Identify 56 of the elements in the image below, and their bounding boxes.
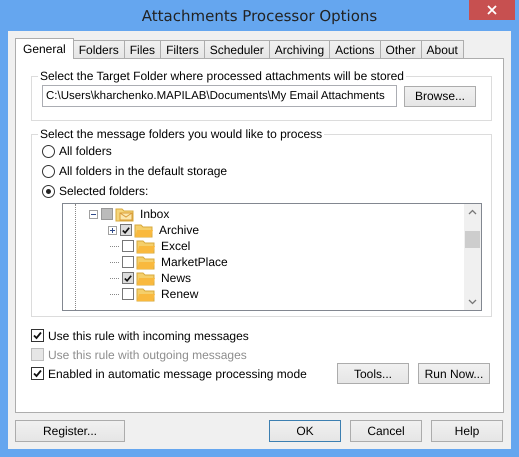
panel-button[interactable]: Tools...	[337, 363, 409, 384]
folder-icon	[136, 238, 156, 254]
tab[interactable]: Scheduler	[204, 40, 270, 58]
browse-button[interactable]: Browse...	[404, 86, 476, 106]
radio-label[interactable]: Selected folders:	[59, 184, 148, 198]
tree-item[interactable]: Inbox	[140, 207, 170, 221]
scroll-down-icon[interactable]	[468, 299, 477, 305]
radio-button[interactable]	[42, 184, 55, 198]
tree-item[interactable]: Renew	[161, 287, 198, 301]
checkbox[interactable]	[101, 208, 113, 220]
scroll-thumb[interactable]	[465, 231, 480, 248]
expander-icon[interactable]	[108, 226, 117, 234]
folder-icon	[136, 254, 156, 270]
tree-item[interactable]: MarketPlace	[161, 255, 228, 269]
group-label: Select the Target Folder where processed attachments will be stored	[39, 69, 405, 83]
tab[interactable]: Files	[124, 40, 162, 58]
tree-item[interactable]: News	[161, 271, 192, 285]
checkbox[interactable]	[122, 272, 134, 284]
folder-icon	[136, 286, 156, 302]
dialog-button[interactable]: Cancel	[350, 420, 422, 442]
tab[interactable]: Filters	[160, 40, 205, 58]
checkbox[interactable]	[31, 329, 44, 342]
close-button[interactable]	[469, 0, 515, 20]
panel-button[interactable]: Run Now...	[418, 363, 490, 384]
tab[interactable]: About	[420, 40, 464, 58]
radio-label[interactable]: All folders	[59, 144, 112, 158]
checkbox[interactable]	[122, 240, 134, 252]
checkbox[interactable]	[31, 367, 44, 380]
tab[interactable]: Archiving	[268, 40, 330, 58]
checkbox[interactable]	[122, 256, 134, 268]
radio-button[interactable]	[42, 144, 55, 158]
dialog-button[interactable]: OK	[269, 420, 341, 442]
expander-icon[interactable]	[89, 210, 98, 218]
tab[interactable]: Actions	[329, 40, 380, 58]
radio-label[interactable]: All folders in the default storage	[59, 164, 228, 178]
group-label: Select the message folders you would like to process	[39, 127, 324, 141]
window-title: Attachments Processor Options	[142, 6, 378, 24]
checkbox-label[interactable]: Use this rule with incoming messages	[48, 328, 249, 342]
dialog-button[interactable]: Help	[431, 420, 503, 442]
checkbox[interactable]	[122, 288, 134, 300]
tab[interactable]: Folders	[72, 40, 125, 58]
folder-icon	[134, 222, 154, 238]
close-icon	[487, 5, 497, 15]
scroll-up-icon[interactable]	[468, 209, 477, 215]
folder-icon	[136, 270, 156, 286]
tree-item[interactable]: Archive	[159, 223, 200, 237]
checkbox-label[interactable]: Enabled in automatic message processing mode	[48, 366, 307, 380]
tab[interactable]: Other	[380, 40, 422, 58]
tab[interactable]: General	[15, 38, 74, 59]
checkbox[interactable]	[120, 224, 132, 236]
path-field[interactable]: C:\Users\kharchenko.MAPILAB\Documents\My Email Attachments	[42, 85, 397, 107]
tree-item[interactable]: Excel	[161, 239, 190, 253]
dialog-button[interactable]: Register...	[15, 420, 125, 442]
scrollbar[interactable]	[464, 204, 481, 310]
radio-button[interactable]	[42, 164, 55, 178]
mail-folder-icon	[115, 206, 135, 222]
